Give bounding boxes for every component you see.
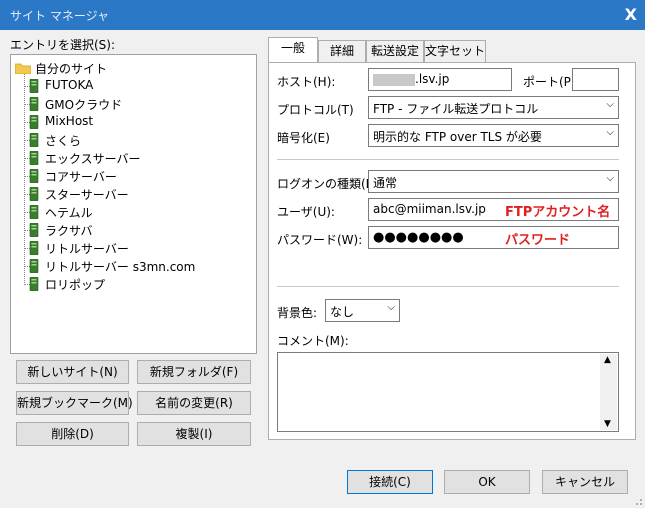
bgcolor-label: 背景色: [277, 306, 318, 320]
comment-textarea[interactable]: ▲ ▼ [277, 352, 619, 432]
scroll-up-icon[interactable]: ▲ [604, 355, 611, 365]
password-value: ●●●●●●●● [373, 230, 464, 245]
host-value: .lsv.jp [415, 72, 450, 86]
connect-button[interactable]: 接続(C) [347, 470, 433, 494]
host-input[interactable]: .lsv.jp [368, 68, 512, 91]
ok-button[interactable]: OK [444, 470, 530, 494]
tree-site-item[interactable]: コアサーバー [11, 167, 251, 185]
tree-site-item[interactable]: MixHost [11, 113, 251, 131]
bgcolor-value: なし [330, 305, 355, 319]
protocol-label: プロトコル(T) [277, 103, 354, 117]
tree-site-label: コアサーバー [45, 170, 117, 184]
user-input[interactable]: abc@miiman.lsv.jp FTPアカウント名 [368, 198, 619, 221]
server-icon [29, 115, 39, 129]
tree-site-item[interactable]: FUTOKA [11, 77, 251, 95]
scroll-down-icon[interactable]: ▼ [604, 419, 611, 429]
tree-site-item[interactable]: エックスサーバー [11, 149, 251, 167]
encryption-select[interactable]: 明示的な FTP over TLS が必要 ⌵ [368, 124, 619, 147]
tab-transfer[interactable]: 転送設定 [366, 40, 424, 62]
host-redacted [373, 73, 415, 86]
server-icon [29, 151, 39, 165]
user-label: ユーザ(U): [277, 205, 335, 219]
logon-label: ログオンの種類(L): [277, 177, 382, 191]
server-icon [29, 259, 39, 273]
server-icon [29, 223, 39, 237]
resize-grip-icon[interactable] [633, 496, 643, 506]
chevron-down-icon: ⌵ [387, 302, 395, 313]
password-input[interactable]: ●●●●●●●● パスワード [368, 226, 619, 249]
server-icon [29, 97, 39, 111]
site-tree[interactable]: 自分のサイト FUTOKA GMOクラウド MixHost さくらエックスサーバー コア… [10, 54, 257, 354]
tree-site-label: FUTOKA [45, 78, 94, 92]
divider [277, 286, 619, 287]
tree-site-item[interactable]: GMOクラウド [11, 95, 251, 113]
logon-select[interactable]: 通常 ⌵ [368, 170, 619, 193]
tree-site-label: エックスサーバー [45, 152, 141, 166]
tree-site-label: リトルサーバー [45, 242, 129, 256]
tree-site-label: ヘテムル [45, 206, 93, 220]
general-panel: ホスト(H): .lsv.jp ポート(P): プロトコル(T) FTP - フ… [268, 62, 636, 440]
new-folder-button[interactable]: 新規フォルダ(F) [137, 360, 251, 384]
password-label: パスワード(W): [277, 233, 363, 247]
title-bar: サイト マネージャ X [0, 0, 645, 30]
server-icon [29, 277, 39, 291]
comment-scrollbar[interactable]: ▲ ▼ [600, 354, 617, 430]
user-annotation: FTPアカウント名 [505, 205, 611, 220]
user-value: abc@miiman.lsv.jp [373, 202, 486, 216]
tree-site-item[interactable]: リトルサーバー [11, 239, 251, 257]
tree-site-item[interactable]: ヘテムル [11, 203, 251, 221]
logon-value: 通常 [373, 176, 398, 190]
tree-site-label: スターサーバー [45, 188, 129, 202]
chevron-down-icon: ⌵ [606, 127, 614, 138]
tree-root[interactable]: 自分のサイト [11, 59, 251, 77]
tree-site-item[interactable]: スターサーバー [11, 185, 251, 203]
tree-site-label: GMOクラウド [45, 98, 123, 112]
tree-site-item[interactable]: リトルサーバー s3mn.com [11, 257, 251, 275]
delete-button[interactable]: 削除(D) [16, 422, 129, 446]
tab-charset[interactable]: 文字セット [424, 40, 486, 62]
server-icon [29, 79, 39, 93]
server-icon [29, 169, 39, 183]
tree-site-label: ラクサバ [45, 224, 93, 238]
tree-site-label: ロリポップ [45, 278, 106, 292]
close-button[interactable]: X [625, 5, 637, 24]
tree-site-item[interactable]: ラクサバ [11, 221, 251, 239]
tab-general[interactable]: 一般 [268, 37, 318, 63]
entry-label: エントリを選択(S): [10, 38, 116, 52]
rename-button[interactable]: 名前の変更(R) [137, 391, 251, 415]
site-manager-window: サイト マネージャ X エントリを選択(S): 自分のサイト FUTOKA GMO… [0, 0, 645, 508]
comment-label: コメント(M): [277, 334, 349, 348]
tree-site-label: さくら [45, 134, 82, 148]
new-bookmark-button[interactable]: 新規ブックマーク(M) [16, 391, 133, 415]
copy-button[interactable]: 複製(I) [137, 422, 251, 446]
password-annotation: パスワード [505, 233, 571, 248]
host-label: ホスト(H): [277, 75, 336, 89]
server-icon [29, 187, 39, 201]
divider [277, 159, 619, 160]
window-title: サイト マネージャ [10, 9, 109, 23]
cancel-button[interactable]: キャンセル [542, 470, 628, 494]
bgcolor-select[interactable]: なし ⌵ [325, 299, 400, 322]
tree-site-label: リトルサーバー s3mn.com [45, 260, 196, 274]
tree-site-item[interactable]: さくら [11, 131, 251, 149]
server-icon [29, 205, 39, 219]
tree-site-item[interactable]: ロリポップ [11, 275, 251, 293]
new-site-button[interactable]: 新しいサイト(N) [16, 360, 129, 384]
tree-root-label: 自分のサイト [35, 62, 108, 76]
chevron-down-icon: ⌵ [606, 99, 614, 110]
protocol-value: FTP - ファイル転送プロトコル [373, 102, 539, 116]
tab-advanced[interactable]: 詳細 [318, 40, 366, 62]
server-icon [29, 133, 39, 147]
protocol-select[interactable]: FTP - ファイル転送プロトコル ⌵ [368, 96, 619, 119]
tree-site-label: MixHost [45, 114, 94, 128]
server-icon [29, 241, 39, 255]
folder-icon [15, 63, 31, 74]
encryption-label: 暗号化(E) [277, 131, 330, 145]
encryption-value: 明示的な FTP over TLS が必要 [373, 130, 542, 144]
port-input[interactable] [572, 68, 619, 91]
chevron-down-icon: ⌵ [606, 173, 614, 184]
